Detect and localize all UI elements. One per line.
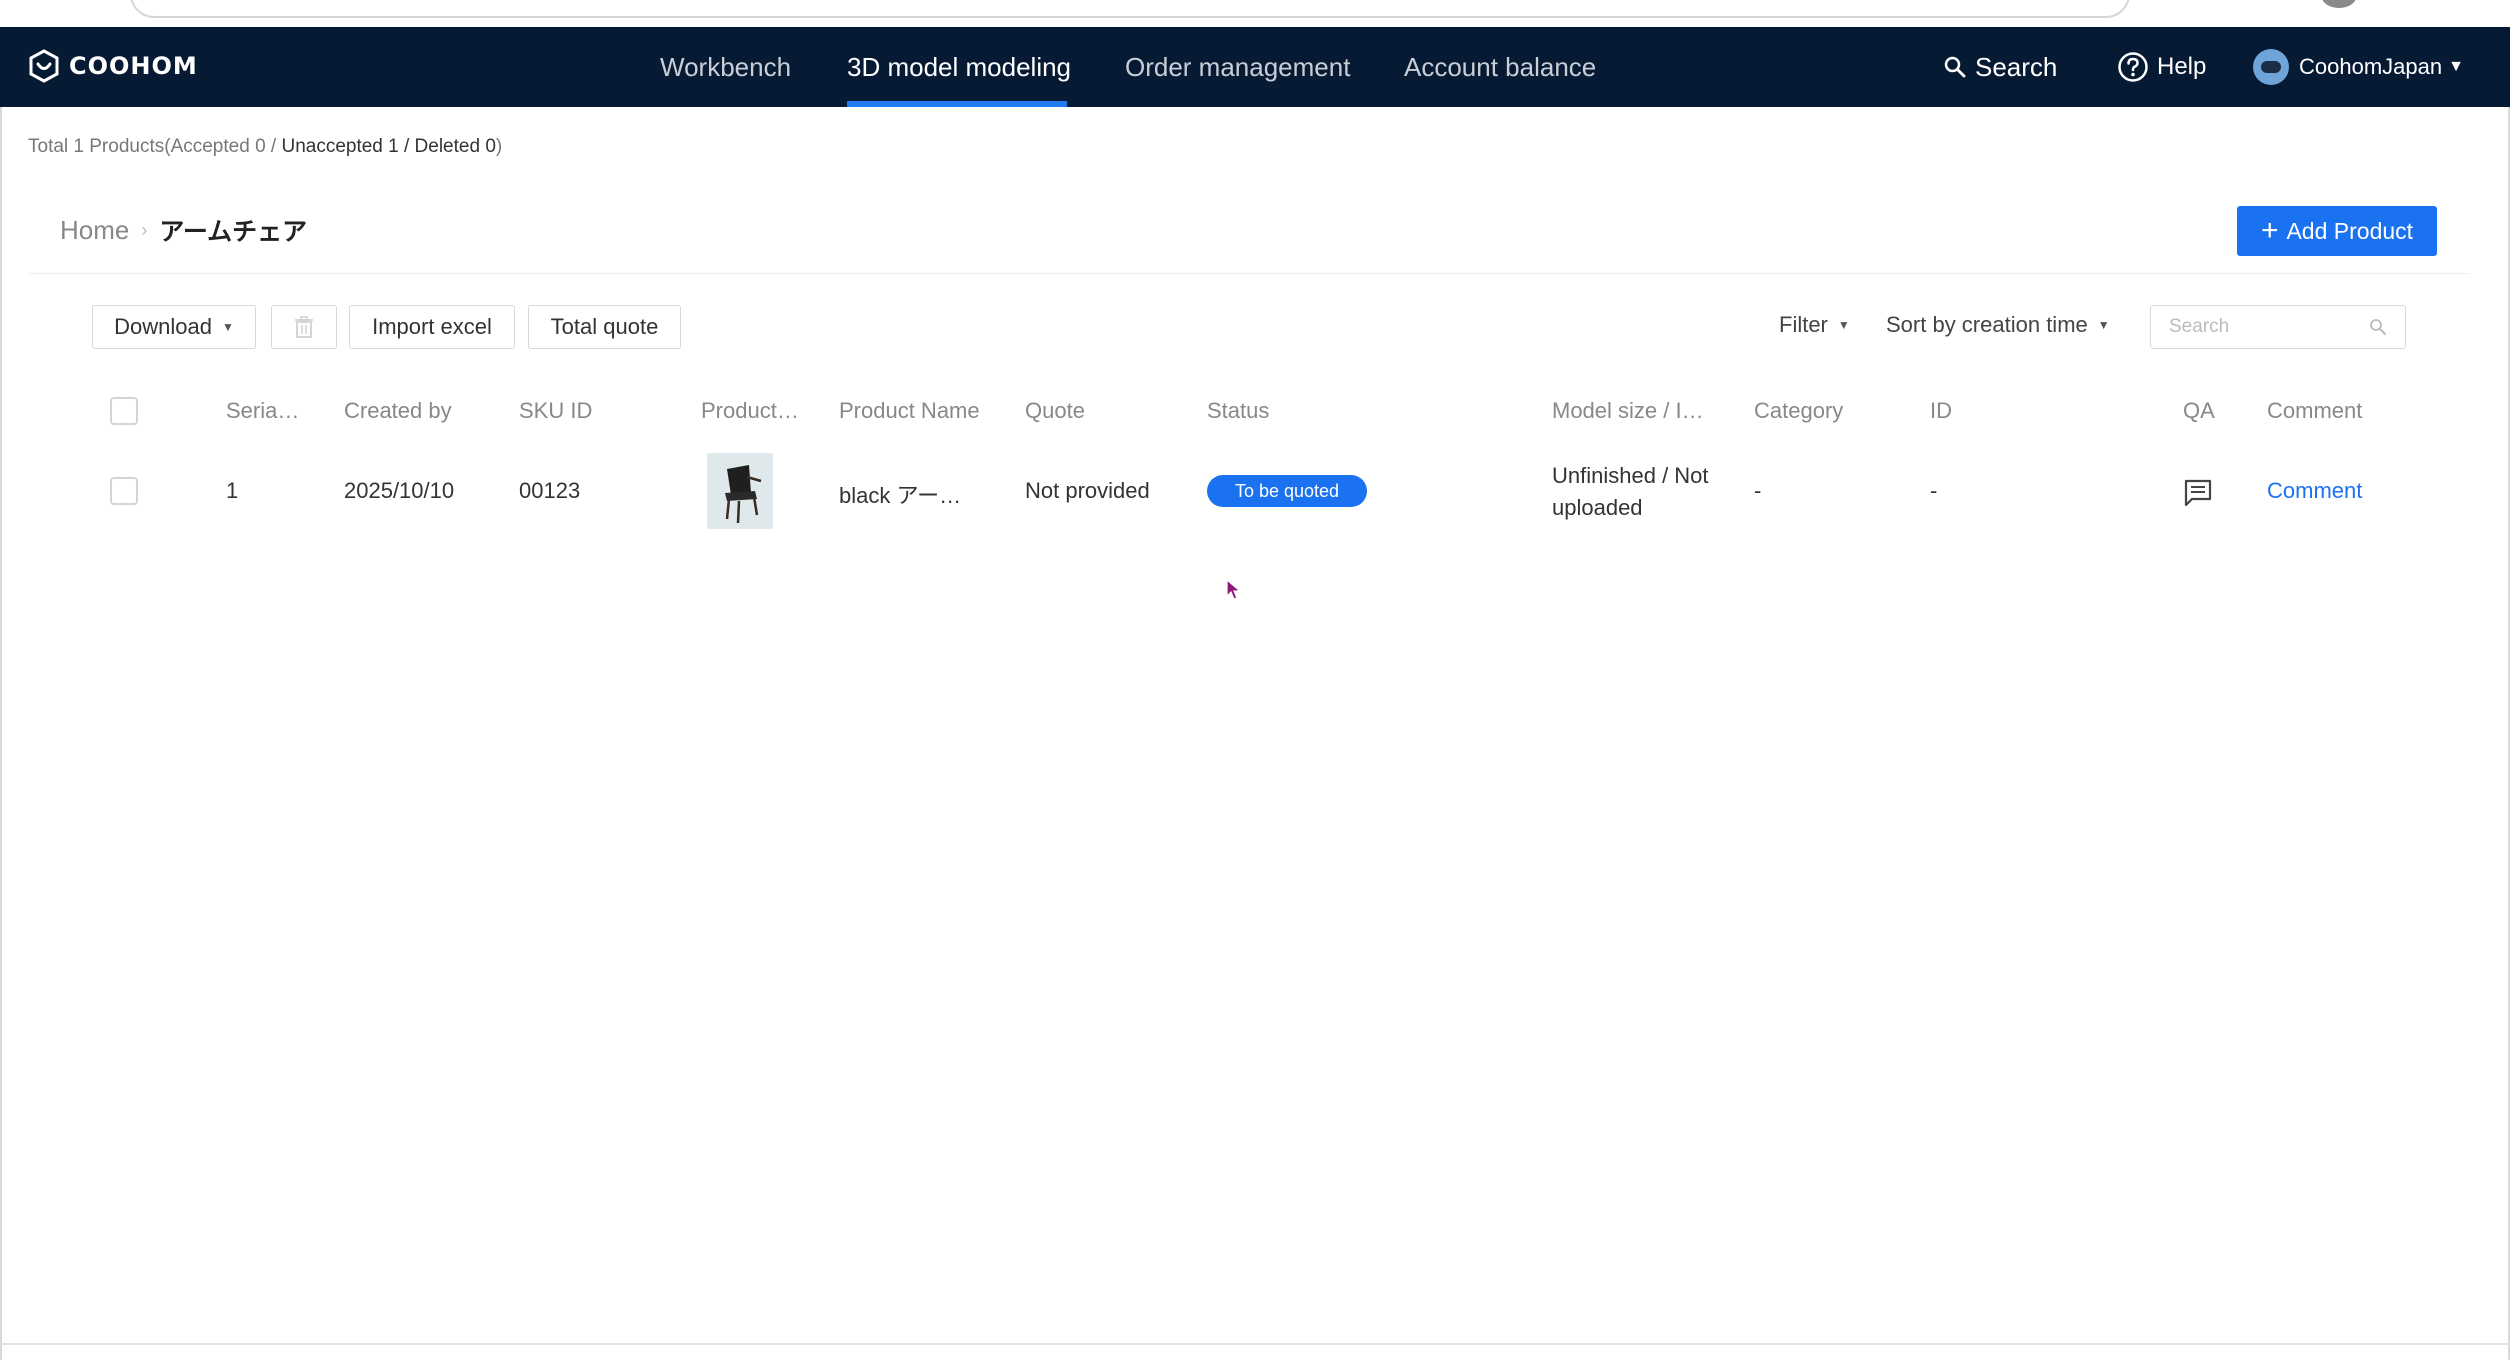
user-menu[interactable]: CoohomJapan ▼: [2253, 27, 2464, 107]
user-name: CoohomJapan: [2299, 54, 2443, 79]
search-icon: [1944, 56, 1966, 78]
window-border-bottom: [0, 1343, 2510, 1345]
total-quote-button[interactable]: Total quote: [528, 305, 681, 349]
filter-label: Filter: [1779, 312, 1828, 337]
col-quote: Quote: [1025, 398, 1085, 423]
row-quote: Not provided: [1025, 478, 1150, 503]
armchair-image: [707, 453, 773, 529]
user-avatar: [2253, 49, 2289, 85]
logo-text: COOHOM: [69, 52, 198, 80]
row-id: -: [1930, 478, 1938, 503]
row-model-size: Unfinished / Not uploaded: [1552, 460, 1742, 524]
filter-dropdown[interactable]: Filter ▼: [1779, 312, 1850, 338]
col-product-name: Product Name: [839, 398, 980, 423]
nav-search-label: Search: [1975, 51, 2058, 82]
nav-help-label: Help: [2157, 53, 2207, 80]
col-qa: QA: [2183, 398, 2215, 423]
summary-suffix: ): [495, 136, 503, 157]
delete-button[interactable]: [271, 305, 337, 349]
nav-workbench[interactable]: Workbench: [660, 27, 791, 107]
header-divider: [28, 273, 2470, 274]
select-all-checkbox[interactable]: [110, 397, 138, 425]
sort-dropdown[interactable]: Sort by creation time ▼: [1886, 312, 2110, 338]
chat-icon[interactable]: [2183, 478, 2213, 508]
col-created-by: Created by: [344, 398, 452, 423]
download-dropdown[interactable]: Download ▼: [92, 305, 256, 349]
trash-icon: [295, 316, 313, 338]
col-sku-id: SKU ID: [519, 398, 593, 423]
coohom-logo-icon: [29, 49, 59, 83]
download-label: Download: [114, 314, 212, 339]
add-product-label: Add Product: [2286, 217, 2414, 244]
caret-down-icon: ▼: [221, 320, 234, 334]
model-size-line2: uploaded: [1552, 495, 1643, 520]
product-summary: Total 1 Products(Accepted 0 / Unaccepted…: [28, 136, 502, 158]
nav-3d-model-modeling[interactable]: 3D model modeling: [847, 27, 1071, 107]
row-product-name: black アー…: [839, 483, 962, 508]
product-search: [2150, 305, 2406, 349]
breadcrumb-home[interactable]: Home: [60, 215, 129, 246]
search-input[interactable]: [2169, 316, 2359, 338]
coohom-logo[interactable]: COOHOM: [27, 49, 198, 83]
row-sku-id: 00123: [519, 478, 581, 503]
nav-order-management[interactable]: Order management: [1125, 27, 1350, 107]
nav-search-button[interactable]: Search: [1943, 27, 2057, 107]
col-product-image: Product…: [701, 398, 799, 423]
row-category: -: [1754, 478, 1762, 503]
browser-top-strip: [0, 0, 2510, 27]
window-border-left: [0, 107, 2, 1360]
breadcrumb: Home › アームチェア: [60, 212, 307, 248]
row-checkbox[interactable]: [110, 477, 138, 505]
col-model-size: Model size / I…: [1552, 398, 1704, 423]
top-navigation-bar: COOHOM Workbench 3D model modeling Order…: [0, 27, 2510, 107]
search-icon[interactable]: [2369, 318, 2387, 336]
caret-down-icon: ▼: [2097, 318, 2110, 332]
browser-profile-avatar[interactable]: [2322, 0, 2356, 8]
browser-url-bar[interactable]: [130, 0, 2130, 18]
col-category: Category: [1754, 398, 1844, 423]
row-serial: 1: [226, 478, 239, 503]
col-comment: Comment: [2267, 398, 2363, 423]
import-excel-button[interactable]: Import excel: [349, 305, 515, 349]
nav-help-button[interactable]: Help: [2117, 27, 2206, 107]
sort-label: Sort by creation time: [1886, 312, 2088, 337]
mouse-cursor-icon: [1226, 578, 1242, 600]
help-icon: [2118, 52, 2148, 82]
col-id: ID: [1930, 398, 1952, 423]
comment-link[interactable]: Comment: [2267, 478, 2362, 504]
caret-down-icon: ▼: [1837, 318, 1850, 332]
col-status: Status: [1207, 398, 1270, 423]
add-product-button[interactable]: + Add Product: [2237, 206, 2437, 256]
status-badge: To be quoted: [1207, 475, 1367, 507]
armchair-thumbnail[interactable]: [707, 453, 773, 529]
col-serial: Seria…: [226, 398, 300, 423]
breadcrumb-current: アームチェア: [159, 217, 308, 246]
plus-icon: +: [2260, 214, 2279, 247]
chevron-down-icon: ▼: [2448, 58, 2464, 75]
active-tab-indicator: [847, 101, 1067, 107]
nav-account-balance[interactable]: Account balance: [1404, 27, 1596, 107]
breadcrumb-separator: ›: [141, 219, 148, 240]
summary-unaccepted: Unaccepted 1 / Deleted 0: [281, 136, 496, 157]
summary-prefix: Total 1 Products(Accepted 0 /: [28, 136, 282, 157]
row-created-by: 2025/10/10: [344, 478, 455, 503]
model-size-line1: Unfinished / Not: [1552, 463, 1709, 488]
